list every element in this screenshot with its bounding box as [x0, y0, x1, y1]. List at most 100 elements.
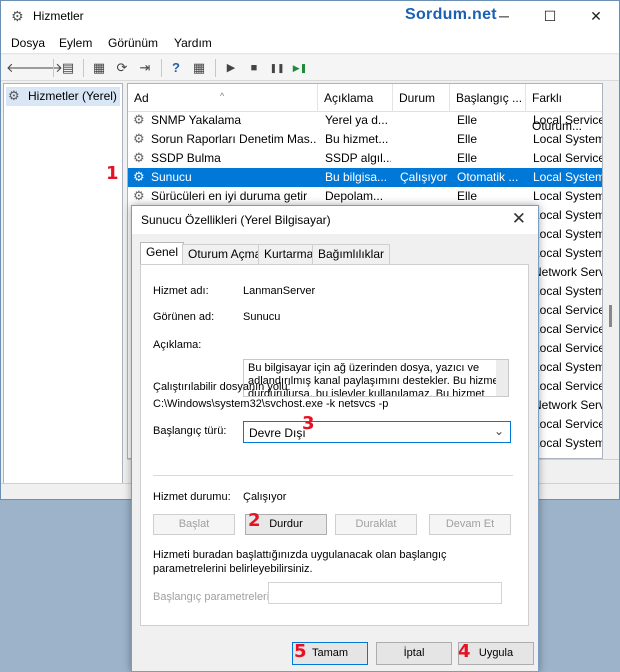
- help-icon[interactable]: ?: [167, 59, 185, 77]
- service-logon: Local System: [533, 208, 603, 222]
- console-icon[interactable]: ▦: [190, 59, 208, 77]
- table-row[interactable]: ⚙ Sürücüleri en iyi duruma getir Depolam…: [128, 187, 603, 206]
- pause-icon[interactable]: ❚❚: [268, 59, 286, 77]
- service-description: Bu bilgisa...: [325, 170, 388, 184]
- table-row[interactable]: ⚙ SNMP Yakalama Yerel ya d... Elle Local…: [128, 111, 603, 130]
- gear-icon: ⚙: [133, 112, 145, 127]
- annotation-number: 5: [294, 641, 307, 662]
- description-label: Açıklama:: [153, 339, 202, 351]
- service-logon: Local System: [533, 436, 603, 450]
- description-scrollbar[interactable]: [496, 360, 508, 396]
- display-name-label: Görünen ad:: [153, 311, 215, 323]
- tab-general[interactable]: Genel: [140, 242, 185, 265]
- service-status-value: Çalışıyor: [243, 491, 287, 503]
- menu-yardim[interactable]: Yardım: [174, 36, 212, 50]
- service-name: SNMP Yakalama: [151, 113, 242, 127]
- service-logon: Local System: [533, 227, 603, 241]
- column-header-logon[interactable]: Farklı Oturum...: [526, 84, 602, 133]
- resume-button[interactable]: Devam Et: [429, 514, 511, 535]
- service-logon: Local System: [533, 246, 603, 260]
- column-header-description[interactable]: Açıklama: [318, 84, 393, 112]
- service-logon: Local Service: [533, 417, 603, 431]
- exe-path-label: Çalıştırılabilir dosyanın yolu:: [153, 381, 291, 393]
- refresh-icon[interactable]: ⟳: [113, 59, 131, 77]
- toolbar-separator: [215, 59, 216, 77]
- service-logon: Local System: [533, 284, 603, 298]
- service-name-value: LanmanServer: [243, 285, 316, 297]
- gear-icon: ⚙: [133, 169, 145, 184]
- window-title: Hizmetler: [33, 9, 84, 23]
- tree-item-services-local[interactable]: ⚙ Hizmetler (Yerel): [6, 87, 120, 106]
- dialog-body: Genel Oturum Açma Kurtarma Bağımlılıklar…: [132, 234, 538, 671]
- divider: [153, 475, 513, 476]
- start-button[interactable]: Başlat: [153, 514, 235, 535]
- toolbar: 🡐 🡒 ▤ ▦ ⟳ ⇥ ? ▦ ▶ ■ ❚❚ ▶❚: [1, 55, 619, 81]
- exe-path-value: C:\Windows\system32\svchost.exe -k netsv…: [153, 398, 389, 410]
- table-row-selected[interactable]: ⚙ Sunucu Bu bilgisa... Çalışıyor Otomati…: [128, 168, 602, 187]
- play-icon[interactable]: ▶: [222, 59, 240, 77]
- service-logon: Local System: [533, 360, 603, 374]
- maximize-button[interactable]: ☐: [527, 1, 573, 32]
- tab-logon[interactable]: Oturum Açma: [182, 244, 268, 264]
- annotation-number: 4: [458, 641, 471, 662]
- table-row[interactable]: ⚙ Sorun Raporları Denetim Mas... Bu hizm…: [128, 130, 603, 149]
- service-logon: Network Servi: [533, 265, 603, 279]
- menu-bar: Dosya Eylem Görünüm Yardım: [1, 32, 619, 54]
- service-logon: Local Service: [533, 151, 603, 165]
- tab-dependencies[interactable]: Bağımlılıklar: [312, 244, 391, 264]
- tree-item-label: Hizmetler (Yerel): [28, 89, 117, 103]
- gear-icon: ⚙: [11, 8, 24, 24]
- service-status: Çalışıyor: [400, 170, 448, 184]
- dialog-close-button[interactable]: ✕: [512, 209, 526, 229]
- general-tab-page: Hizmet adı: LanmanServer Görünen ad: Sun…: [140, 264, 529, 626]
- service-logon: Local System: [533, 132, 603, 146]
- back-arrow-icon[interactable]: 🡐: [6, 59, 41, 77]
- sort-arrow-icon: ^: [220, 91, 225, 101]
- tab-recovery[interactable]: Kurtarma: [258, 244, 320, 264]
- display-name-value: Sunucu: [243, 311, 281, 323]
- service-name: Sunucu: [151, 170, 192, 184]
- menu-dosya[interactable]: Dosya: [11, 36, 45, 50]
- scrollbar-thumb[interactable]: [609, 305, 612, 327]
- cancel-button[interactable]: İptal: [376, 642, 452, 665]
- minimize-button[interactable]: ─: [481, 1, 527, 32]
- vertical-scrollbar[interactable]: [603, 83, 619, 459]
- service-logon: Local System: [533, 189, 603, 203]
- startup-type-label: Başlangıç türü:: [153, 425, 227, 437]
- toolbar-separator: [53, 59, 54, 77]
- service-startup: Elle: [457, 113, 478, 127]
- service-name-label: Hizmet adı:: [153, 285, 209, 297]
- gear-icon: ⚙: [133, 188, 145, 203]
- show-tree-icon[interactable]: ▤: [59, 59, 77, 77]
- toolbar-separator: [161, 59, 162, 77]
- service-description: Depolam...: [325, 189, 384, 203]
- table-row[interactable]: ⚙ SSDP Bulma SSDP algıl... Elle Local Se…: [128, 149, 603, 168]
- chevron-down-icon: ⌄: [493, 424, 504, 438]
- column-header-startup[interactable]: Başlangıç ...: [450, 84, 526, 112]
- column-header-status[interactable]: Durum: [393, 84, 450, 112]
- params-label: Başlangıç parametreleri:: [153, 591, 273, 603]
- close-button[interactable]: ✕: [573, 1, 619, 32]
- service-logon: Local Service: [533, 113, 603, 127]
- annotation-number: 3: [302, 413, 315, 434]
- service-logon: Network Servi: [533, 398, 603, 412]
- service-status-label: Hizmet durumu:: [153, 491, 231, 503]
- service-startup: Elle: [457, 132, 478, 146]
- column-header-name[interactable]: Ad ^: [128, 84, 318, 112]
- properties-icon[interactable]: ▦: [90, 59, 108, 77]
- pause-button[interactable]: Duraklat: [335, 514, 417, 535]
- resume-icon[interactable]: ▶❚: [291, 59, 309, 77]
- service-logon: Local Service: [533, 379, 603, 393]
- menu-gorunum[interactable]: Görünüm: [108, 36, 158, 50]
- service-logon: Local Service: [533, 341, 603, 355]
- gear-icon: ⚙: [133, 150, 145, 165]
- service-startup: Elle: [457, 151, 478, 165]
- service-startup: Elle: [457, 189, 478, 203]
- service-description: Bu hizmet...: [325, 132, 389, 146]
- forward-arrow-icon[interactable]: 🡒: [28, 59, 63, 77]
- startup-type-select[interactable]: Devre Dışı ⌄: [243, 421, 511, 443]
- export-icon[interactable]: ⇥: [136, 59, 154, 77]
- start-params-input[interactable]: [268, 582, 502, 604]
- stop-icon[interactable]: ■: [245, 59, 263, 77]
- menu-eylem[interactable]: Eylem: [59, 36, 92, 50]
